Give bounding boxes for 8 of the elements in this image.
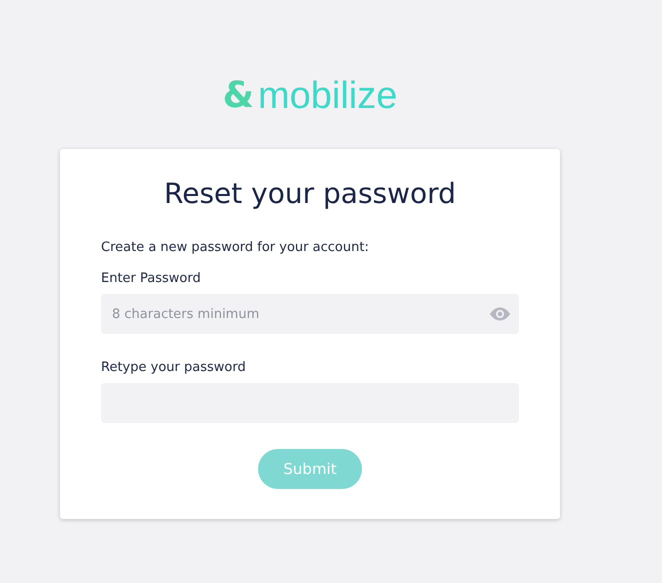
eye-icon[interactable]: [489, 307, 511, 321]
password-field[interactable]: 8 characters minimum: [101, 294, 519, 334]
logo-wordmark: mobilize: [258, 77, 398, 115]
field-label: Retype your password: [101, 360, 246, 375]
field-label: Enter Password: [101, 271, 201, 286]
page-title: Reset your password: [164, 177, 456, 210]
intro-text: Create a new password for your account:: [101, 240, 369, 255]
logo-mark: &: [222, 78, 254, 114]
